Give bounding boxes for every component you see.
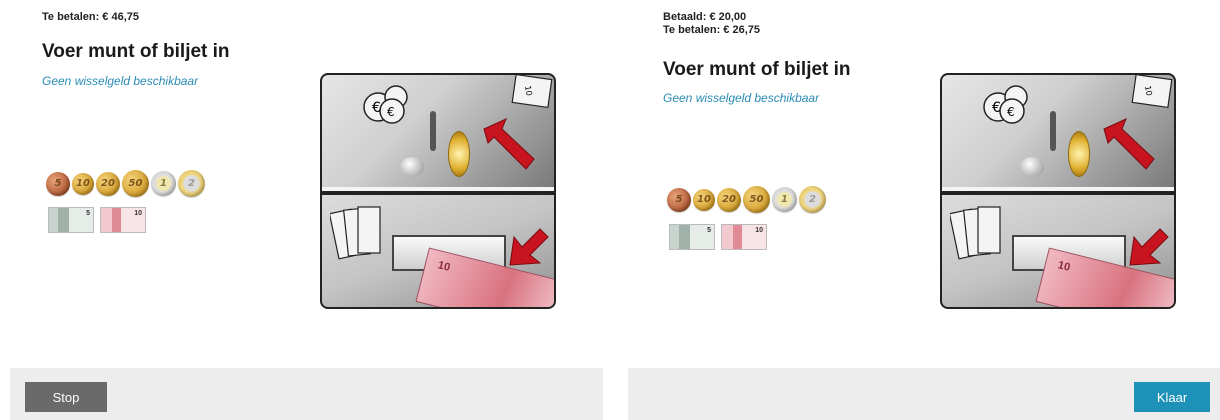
coin-slot (430, 111, 436, 151)
done-button[interactable]: Klaar (1134, 382, 1210, 412)
payment-status: Betaald: € 20,00 Te betalen: € 26,75 (663, 11, 760, 37)
coin-50c-icon: 50 (743, 186, 770, 213)
accepted-notes: 5 10 (48, 207, 152, 233)
svg-text:€: € (387, 105, 395, 119)
svg-text:10: 10 (523, 85, 534, 97)
page-title: Voer munt of biljet in (663, 59, 851, 80)
coin-5c-icon: 5 (667, 187, 691, 212)
amount-paid: Betaald: € 20,00 (663, 11, 747, 23)
coins-sticker-icon: € € (983, 85, 1028, 124)
coin-20c-icon: 20 (96, 171, 120, 196)
red-arrow-icon (1103, 118, 1155, 170)
coin-slot (1050, 111, 1056, 151)
banknotes-sticker-icon (950, 206, 1001, 260)
return-button-illustration (1020, 157, 1044, 177)
banknote-5-icon: 5 (48, 207, 94, 233)
coin-50c-icon: 50 (122, 170, 149, 197)
red-arrow-icon (509, 228, 549, 266)
insert-money-illustration: € € 10 10 (320, 73, 556, 309)
banknote-5-icon: 5 (669, 224, 715, 250)
coin-10c-icon: 10 (693, 188, 715, 211)
banknotes-sticker-icon (330, 206, 381, 260)
page-title: Voer munt of biljet in (42, 41, 230, 62)
coin-inserting-icon (1068, 131, 1090, 177)
banknote-sticker-icon: 10 (1131, 75, 1173, 109)
accepted-notes: 5 10 (669, 224, 773, 250)
svg-text:€: € (1007, 105, 1015, 119)
coin-5c-icon: 5 (46, 171, 70, 196)
red-arrow-icon (1129, 228, 1169, 266)
accepted-coins: 5 10 20 50 1 2 (46, 170, 207, 197)
action-bar: Klaar (628, 368, 1220, 420)
coin-2e-icon: 2 (178, 170, 205, 197)
amount-due: Te betalen: € 26,75 (663, 24, 761, 36)
action-bar: Stop (10, 368, 603, 420)
coins-sticker-icon: € € (363, 85, 408, 124)
return-button-illustration (400, 157, 424, 177)
svg-text:€: € (372, 100, 381, 116)
coin-2e-icon: 2 (799, 186, 826, 213)
insert-money-illustration: € € 10 10 (940, 73, 1176, 309)
svg-text:€: € (992, 100, 1001, 116)
coin-10c-icon: 10 (72, 172, 94, 195)
coin-20c-icon: 20 (717, 187, 741, 212)
payment-screen-right: Betaald: € 20,00 Te betalen: € 26,75 Voe… (617, 0, 1220, 420)
svg-text:10: 10 (1143, 85, 1154, 97)
stop-button[interactable]: Stop (25, 382, 107, 412)
red-arrow-icon (483, 118, 535, 170)
accepted-coins: 5 10 20 50 1 2 (667, 186, 828, 213)
coin-1e-icon: 1 (151, 171, 176, 196)
coin-1e-icon: 1 (772, 187, 797, 212)
no-change-notice: Geen wisselgeld beschikbaar (42, 74, 199, 88)
no-change-notice: Geen wisselgeld beschikbaar (663, 91, 820, 105)
banknote-10-icon: 10 (100, 207, 146, 233)
coin-inserting-icon (448, 131, 470, 177)
amount-due: Te betalen: € 46,75 (42, 11, 140, 23)
banknote-sticker-icon: 10 (511, 75, 553, 109)
payment-screen-left: Te betalen: € 46,75 Voer munt of biljet … (0, 0, 603, 420)
banknote-10-icon: 10 (721, 224, 767, 250)
